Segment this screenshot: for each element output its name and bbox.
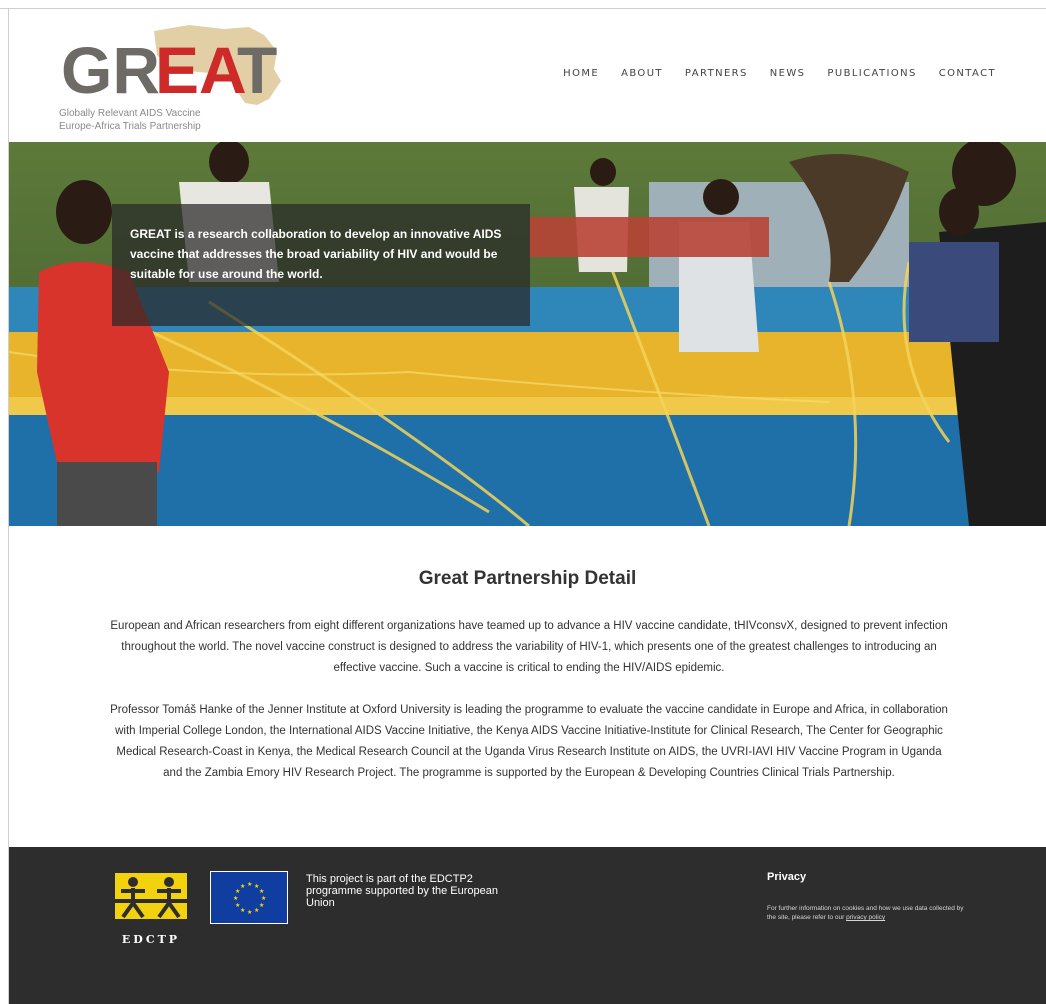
page-title: Great Partnership Detail: [418, 568, 637, 589]
svg-text:★: ★: [235, 902, 240, 909]
svg-text:★: ★: [259, 902, 264, 909]
logo-wordmark-t: T: [237, 33, 277, 107]
privacy-heading: Privacy: [767, 871, 807, 883]
svg-text:★: ★: [261, 895, 266, 902]
hero-photo: [9, 142, 1046, 526]
edctp-logo[interactable]: EDCTP: [115, 873, 187, 949]
svg-text:★: ★: [259, 888, 264, 895]
nav-news[interactable]: NEWS: [770, 68, 806, 79]
intro-paragraph: European and African researchers from ei…: [110, 620, 948, 674]
svg-text:★: ★: [247, 909, 252, 916]
africa-map-icon: GR EA T: [61, 25, 281, 107]
svg-text:★: ★: [233, 895, 238, 902]
nav-contact[interactable]: CONTACT: [939, 68, 996, 79]
eu-support-text: This project is part of the EDCTP2 progr…: [306, 873, 499, 909]
svg-text:★: ★: [240, 883, 245, 890]
svg-text:★: ★: [247, 881, 252, 888]
nav-about[interactable]: ABOUT: [621, 68, 663, 79]
svg-text:★: ★: [240, 907, 245, 914]
nav-partners[interactable]: PARTNERS: [685, 68, 748, 79]
hero-caption-box: GREAT is a research collaboration to dev…: [112, 204, 530, 326]
nav-publications[interactable]: PUBLICATIONS: [827, 68, 916, 79]
edctp-figures-icon: [115, 873, 187, 919]
eu-stars-icon: ★ ★★ ★★★ ★★★ ★★★: [233, 881, 266, 916]
site-logo[interactable]: GR EA T Globally Relevant AIDS Vaccine E…: [59, 21, 289, 139]
hero-caption: GREAT is a research collaboration to dev…: [130, 227, 502, 281]
privacy-text: For further information on cookies and h…: [767, 904, 967, 922]
site-header: GR EA T Globally Relevant AIDS Vaccine E…: [9, 9, 1046, 142]
main-nav: HOME ABOUT PARTNERS NEWS PUBLICATIONS CO…: [563, 68, 996, 79]
edctp-label: EDCTP: [121, 933, 181, 946]
logo-tagline-line-2: Europe-Africa Trials Partnership: [59, 121, 201, 132]
logo-tagline-line-1: Globally Relevant AIDS Vaccine: [59, 108, 201, 119]
page: GR EA T Globally Relevant AIDS Vaccine E…: [0, 0, 1046, 1004]
site-footer: EDCTP ★ ★ ★ ★ ★ ★ ★ ★ ★ ★ ★ ★ This project is pa…: [9, 847, 1046, 1004]
nav-home[interactable]: HOME: [563, 68, 599, 79]
privacy-policy-link[interactable]: privacy policy: [846, 914, 885, 921]
eu-flag: ★ ★ ★ ★ ★ ★ ★ ★ ★ ★ ★ ★: [210, 871, 288, 924]
hero-banner: GREAT is a research collaboration to dev…: [9, 142, 1046, 526]
logo-wordmark-ea: EA: [155, 33, 247, 107]
svg-text:★: ★: [254, 907, 259, 914]
partners-paragraph: Professor Tomáš Hanke of the Jenner Inst…: [110, 704, 948, 779]
logo-wordmark-gr: GR: [61, 33, 160, 107]
main-content: Great Partnership Detail European and Af…: [9, 526, 1046, 847]
logo-tagline: Globally Relevant AIDS Vaccine Europe-Af…: [59, 107, 201, 133]
